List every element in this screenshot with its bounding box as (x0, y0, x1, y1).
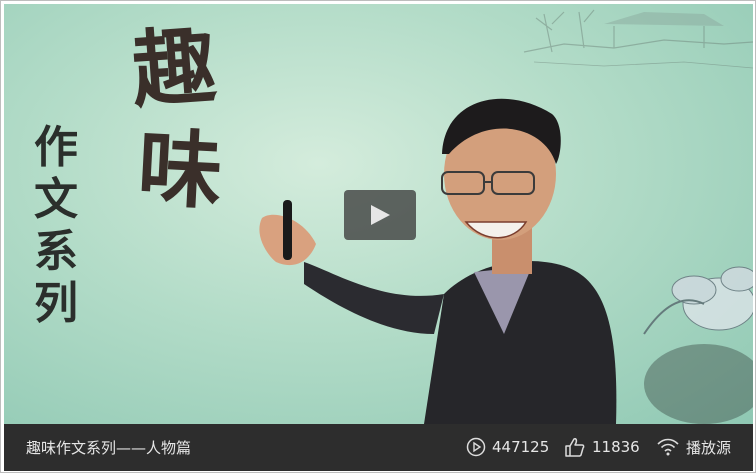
view-count: 447125 (466, 435, 549, 459)
thumbs-up-icon (565, 438, 585, 457)
wifi-signal-icon (657, 438, 679, 456)
calligraphy-title: 趣 味 (128, 15, 225, 222)
vertical-title-char: 列 (34, 278, 78, 329)
video-card: 作 文 系 列 趣 味 趣味作文系列——人物篇 447125 11836 播放源 (0, 0, 756, 473)
play-icon (371, 205, 390, 225)
vertical-title-char: 作 (34, 122, 78, 173)
video-info-bar: 趣味作文系列——人物篇 447125 11836 播放源 (4, 424, 753, 471)
calligraphy-char: 趣 (128, 15, 220, 121)
like-count-value: 11836 (592, 438, 640, 456)
vertical-series-title: 作 文 系 列 (26, 122, 86, 330)
play-button[interactable] (344, 190, 416, 240)
video-player[interactable]: 作 文 系 列 趣 味 (4, 4, 753, 424)
vertical-title-char: 文 (34, 174, 78, 225)
video-title[interactable]: 趣味作文系列——人物篇 (26, 437, 191, 458)
play-source-label: 播放源 (686, 438, 732, 457)
calligraphy-char: 味 (135, 117, 225, 222)
like-button[interactable]: 11836 (564, 435, 640, 459)
view-count-value: 447125 (492, 438, 550, 456)
play-source-button[interactable]: 播放源 (656, 435, 731, 459)
vertical-title-char: 系 (34, 226, 78, 277)
play-circle-icon (466, 437, 486, 457)
